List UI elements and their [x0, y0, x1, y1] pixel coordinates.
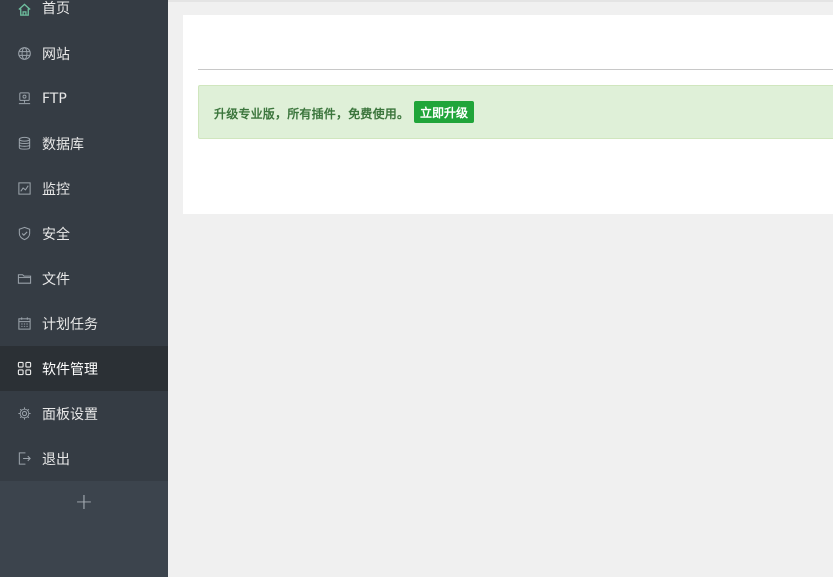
sidebar-item-files[interactable]: 文件: [0, 256, 168, 301]
sidebar-item-label: 计划任务: [42, 316, 98, 333]
upgrade-alert-text: 升级专业版，所有插件，免费使用。: [214, 107, 410, 121]
add-menu-button[interactable]: +: [0, 481, 168, 523]
sidebar-item-security[interactable]: 安全: [0, 211, 168, 256]
panel-divider: [198, 69, 833, 70]
sidebar-item-database[interactable]: 数据库: [0, 121, 168, 166]
home-icon: [16, 1, 32, 17]
sidebar: 首页 网站 FTP 数据库 监控 安全 文件 计划任务 软件管理 面板设置 退出…: [0, 0, 168, 577]
monitor-icon: [16, 181, 32, 197]
sidebar-item-label: 退出: [42, 451, 70, 468]
top-divider: [168, 0, 833, 2]
sidebar-item-label: 首页: [42, 1, 70, 17]
sidebar-item-label: 数据库: [42, 136, 84, 153]
sidebar-item-website[interactable]: 网站: [0, 31, 168, 76]
logout-icon: [16, 451, 32, 467]
sidebar-item-home[interactable]: 首页: [0, 0, 168, 31]
ftp-icon: [16, 91, 32, 107]
sidebar-item-ftp[interactable]: FTP: [0, 76, 168, 121]
sidebar-item-label: 面板设置: [42, 406, 98, 423]
sidebar-item-label: 文件: [42, 271, 70, 288]
sidebar-item-settings[interactable]: 面板设置: [0, 391, 168, 436]
content-panel: 升级专业版，所有插件，免费使用。 立即升级: [183, 15, 833, 214]
sidebar-item-monitor[interactable]: 监控: [0, 166, 168, 211]
sidebar-item-label: 安全: [42, 226, 70, 243]
database-icon: [16, 136, 32, 152]
upgrade-now-button[interactable]: 立即升级: [414, 101, 475, 123]
globe-icon: [16, 46, 32, 62]
shield-icon: [16, 226, 32, 242]
sidebar-item-label: 监控: [42, 181, 70, 198]
folder-icon: [16, 271, 32, 287]
gear-icon: [16, 406, 32, 422]
sidebar-item-software[interactable]: 软件管理: [0, 346, 168, 391]
sidebar-item-logout[interactable]: 退出: [0, 436, 168, 481]
sidebar-nav: 首页 网站 FTP 数据库 监控 安全 文件 计划任务 软件管理 面板设置 退出: [0, 0, 168, 481]
sidebar-item-label: 网站: [42, 46, 70, 63]
sidebar-item-label: 软件管理: [42, 361, 98, 378]
sidebar-item-label: FTP: [42, 90, 67, 107]
upgrade-alert: 升级专业版，所有插件，免费使用。 立即升级: [198, 85, 833, 139]
calendar-icon: [16, 316, 32, 332]
sidebar-item-cron[interactable]: 计划任务: [0, 301, 168, 346]
grid-icon: [16, 361, 32, 377]
